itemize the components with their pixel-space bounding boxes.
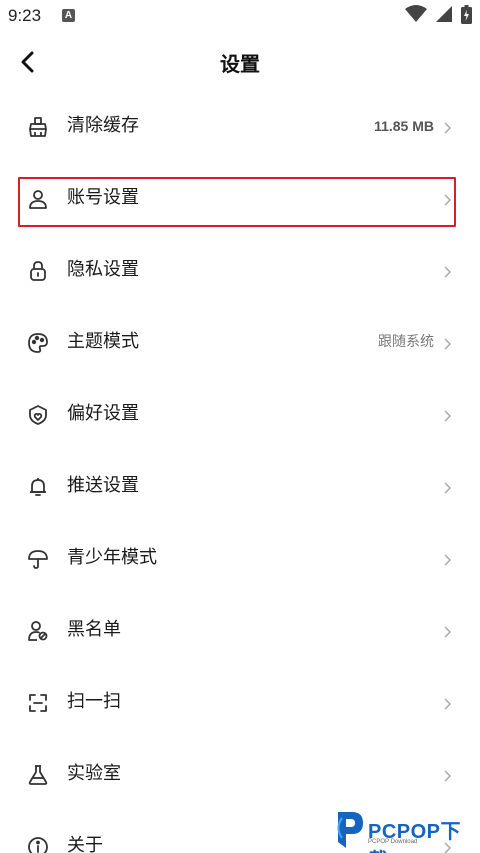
- person-block-icon: [26, 619, 50, 643]
- setting-row-privacy[interactable]: 隐私设置: [0, 235, 480, 307]
- wifi-icon: [405, 5, 427, 27]
- chevron-right-icon: [442, 192, 452, 206]
- setting-label: 隐私设置: [67, 259, 139, 280]
- setting-label: 关于: [67, 835, 103, 853]
- info-icon: [26, 835, 50, 853]
- setting-label: 青少年模式: [67, 547, 157, 568]
- setting-label: 清除缓存: [67, 115, 139, 136]
- shield-heart-icon: [26, 403, 50, 427]
- watermark-brand: PCPOP下载: [368, 821, 462, 853]
- setting-value: 跟随系统: [378, 334, 434, 350]
- chevron-right-icon: [442, 624, 452, 638]
- setting-label: 黑名单: [67, 619, 121, 640]
- status-icons: [405, 4, 472, 28]
- setting-row-preferences[interactable]: 偏好设置: [0, 379, 480, 451]
- battery-icon: [461, 4, 472, 28]
- watermark-sub: PCPOP Download: [368, 839, 418, 845]
- setting-label: 主题模式: [67, 331, 139, 352]
- setting-row-theme[interactable]: 主题模式 跟随系统: [0, 307, 480, 379]
- app-header: 设置: [0, 34, 480, 90]
- flask-icon: [26, 763, 50, 787]
- setting-value: 11.85 MB: [374, 118, 434, 134]
- chevron-right-icon: [442, 768, 452, 782]
- setting-row-youth-mode[interactable]: 青少年模式: [0, 523, 480, 595]
- setting-label: 实验室: [67, 763, 121, 784]
- chevron-right-icon: [442, 120, 452, 134]
- setting-label: 推送设置: [67, 475, 139, 496]
- chevron-right-icon: [442, 264, 452, 278]
- setting-row-scan[interactable]: 扫一扫: [0, 667, 480, 739]
- chevron-right-icon: [442, 336, 452, 350]
- lock-icon: [26, 259, 50, 283]
- setting-row-lab[interactable]: 实验室: [0, 739, 480, 811]
- status-time: 9:23: [8, 6, 42, 25]
- setting-row-clear-cache[interactable]: 清除缓存 11.85 MB: [0, 91, 480, 163]
- notification-badge: A: [62, 9, 75, 22]
- umbrella-icon: [26, 547, 50, 571]
- scan-icon: [26, 691, 50, 715]
- setting-row-push[interactable]: 推送设置: [0, 451, 480, 523]
- watermark: PCPOP下载 PCPOP Download: [330, 808, 480, 853]
- status-bar: 9:23 A: [0, 0, 480, 34]
- chevron-right-icon: [442, 696, 452, 710]
- signal-icon: [435, 5, 453, 27]
- setting-label: 偏好设置: [67, 403, 139, 424]
- chevron-right-icon: [442, 552, 452, 566]
- person-icon: [26, 187, 50, 211]
- broom-icon: [26, 115, 50, 139]
- setting-row-blacklist[interactable]: 黑名单: [0, 595, 480, 667]
- chevron-right-icon: [442, 408, 452, 422]
- pcpop-logo-icon: [332, 808, 366, 852]
- setting-label: 账号设置: [67, 187, 139, 208]
- chevron-right-icon: [442, 480, 452, 494]
- setting-label: 扫一扫: [67, 691, 121, 712]
- setting-row-account[interactable]: 账号设置: [0, 163, 480, 235]
- bell-icon: [26, 475, 50, 499]
- palette-icon: [26, 331, 50, 355]
- page-title: 设置: [220, 52, 260, 76]
